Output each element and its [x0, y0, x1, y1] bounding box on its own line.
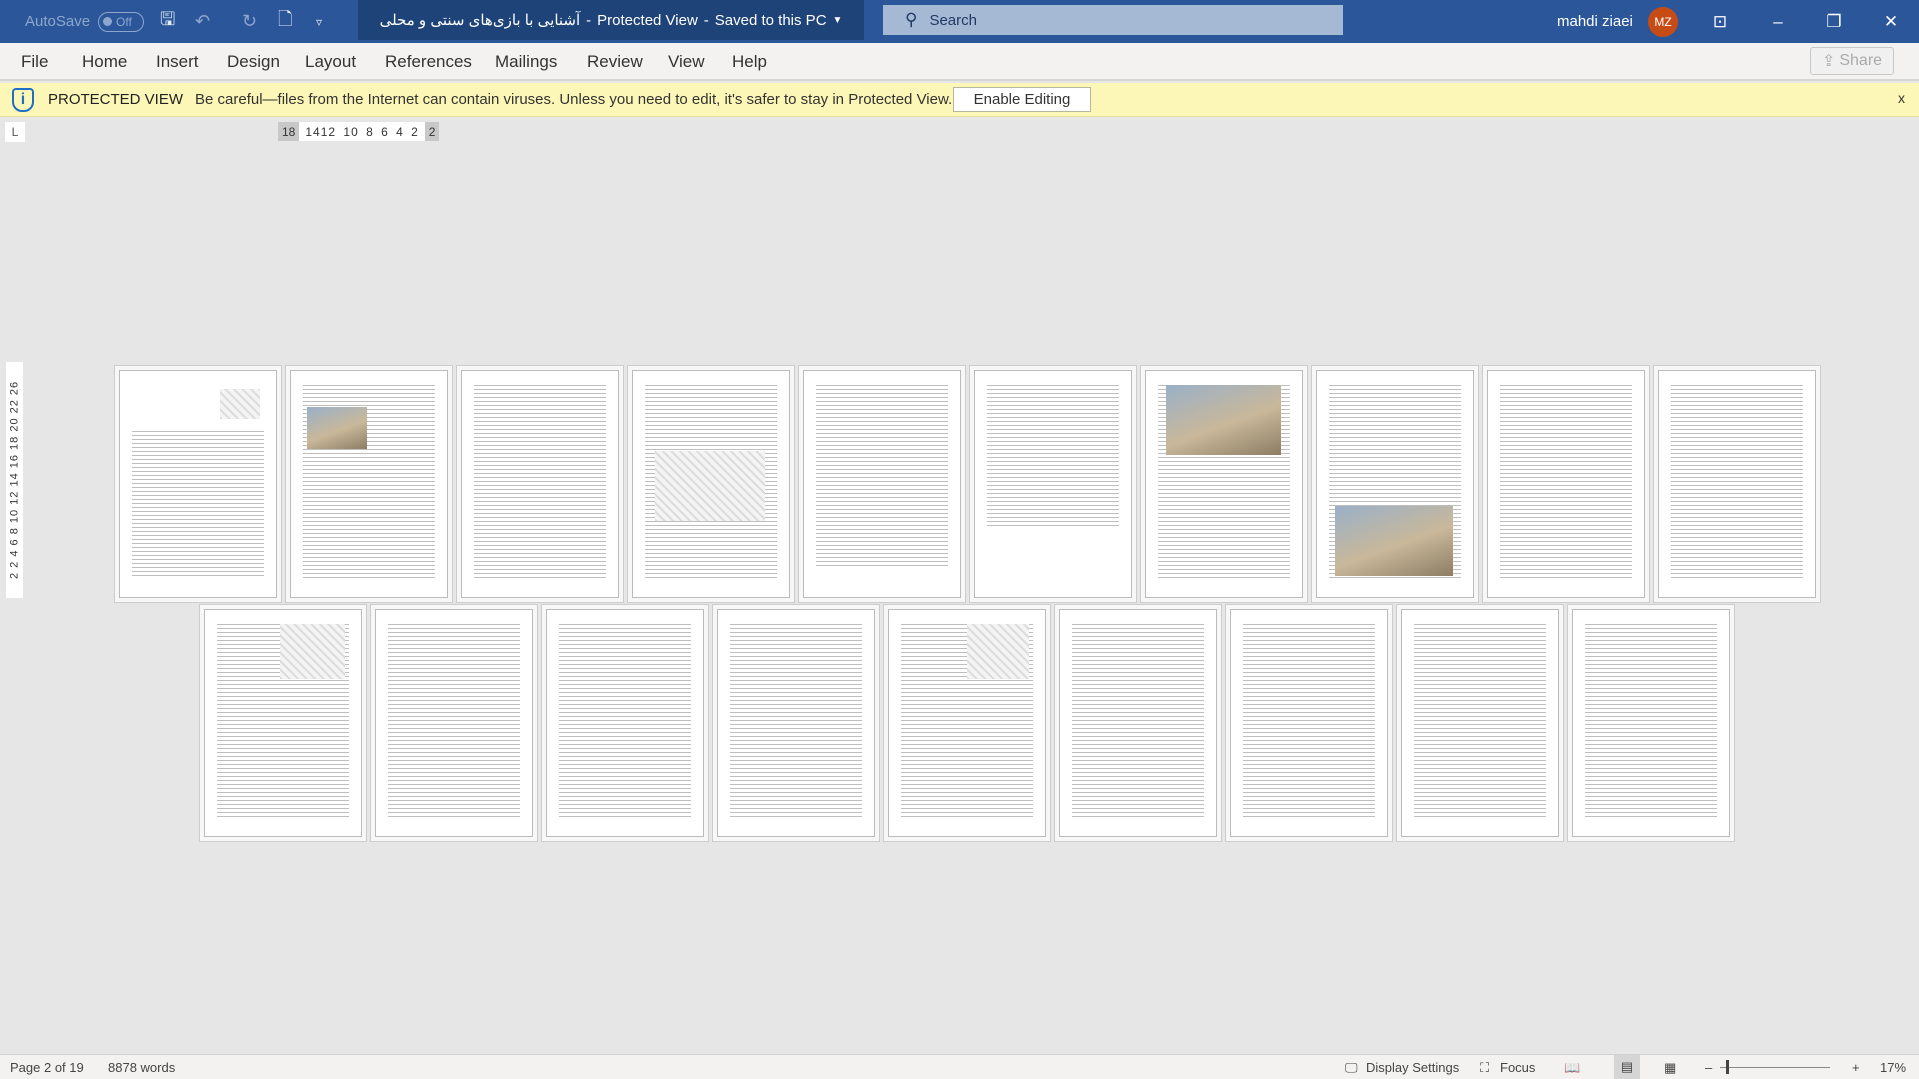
page-thumbnail[interactable]: [546, 609, 704, 837]
page-thumbnail[interactable]: [1316, 370, 1474, 598]
toggle-switch[interactable]: Off: [98, 11, 145, 32]
page-image: [655, 451, 765, 521]
page-text: [987, 385, 1119, 527]
redo-icon[interactable]: ↻: [242, 0, 257, 43]
page-thumbnail[interactable]: [1572, 609, 1730, 837]
tab-design[interactable]: Design: [227, 52, 280, 72]
share-icon: ⇪: [1821, 53, 1836, 70]
display-settings-icon: 🖵: [1345, 1060, 1358, 1075]
page-thumbnail[interactable]: [1487, 370, 1645, 598]
search-input[interactable]: ⚲ Search: [883, 5, 1343, 35]
tab-home[interactable]: Home: [82, 52, 127, 72]
status-bar: Page 2 of 19 8878 words 🖵 Display Settin…: [0, 1054, 1919, 1079]
tab-file[interactable]: File: [21, 52, 48, 72]
page-text: [1671, 385, 1803, 579]
page-image: [280, 624, 345, 679]
user-name[interactable]: mahdi ziaei: [1557, 0, 1633, 43]
tab-help[interactable]: Help: [732, 52, 767, 72]
protected-view-bar: i PROTECTED VIEW Be careful—files from t…: [0, 83, 1919, 117]
tab-layout[interactable]: Layout: [305, 52, 356, 72]
avatar[interactable]: MZ: [1648, 7, 1678, 37]
page-thumbnail[interactable]: [461, 370, 619, 598]
page-thumbnail[interactable]: [974, 370, 1132, 598]
horizontal-ruler[interactable]: 18 1412 10 8 6 4 2 2: [278, 122, 440, 141]
share-button[interactable]: ⇪ Share: [1810, 47, 1894, 75]
ribbon-tabs: File Home Insert Design Layout Reference…: [0, 43, 1919, 81]
page-thumbnail[interactable]: [803, 370, 961, 598]
page-text: [816, 385, 948, 567]
page-count[interactable]: Page 2 of 19: [10, 1060, 84, 1075]
print-layout-icon[interactable]: ▤: [1614, 1055, 1640, 1079]
page-text: [1072, 624, 1204, 818]
page-thumbnail[interactable]: [1401, 609, 1559, 837]
page-text: [1243, 624, 1375, 818]
ribbon-display-options-icon[interactable]: ⊡: [1697, 0, 1743, 43]
read-mode-icon[interactable]: 📖: [1564, 1060, 1580, 1076]
page-thumbnail[interactable]: [1658, 370, 1816, 598]
page-text: [1585, 624, 1717, 818]
tab-mailings[interactable]: Mailings: [495, 52, 557, 72]
page-text: [1500, 385, 1632, 579]
undo-icon[interactable]: ↶: [195, 0, 210, 43]
new-document-icon[interactable]: 🗋: [278, 0, 292, 43]
web-layout-icon[interactable]: ▦: [1664, 1060, 1676, 1076]
minimize-button[interactable]: –: [1755, 0, 1801, 43]
page-thumbnail[interactable]: [717, 609, 875, 837]
enable-editing-button[interactable]: Enable Editing: [953, 87, 1091, 112]
tab-review[interactable]: Review: [587, 52, 643, 72]
word-count[interactable]: 8878 words: [108, 1060, 175, 1075]
tab-insert[interactable]: Insert: [156, 52, 199, 72]
protected-view-title: PROTECTED VIEW: [48, 91, 184, 108]
page-thumbnail[interactable]: [204, 609, 362, 837]
page-text: [730, 624, 862, 818]
autosave-toggle[interactable]: AutoSave Off: [25, 0, 145, 43]
page-image: [1335, 506, 1453, 576]
vertical-ruler[interactable]: 2 2 4 6 8 10 12 14 16 18 20 22 26: [6, 362, 23, 598]
page-thumbnail[interactable]: [1059, 609, 1217, 837]
page-image: [1166, 385, 1281, 455]
tab-view[interactable]: View: [668, 52, 705, 72]
focus-icon: ⛶: [1480, 1060, 1490, 1075]
page-thumbnail[interactable]: [119, 370, 277, 598]
save-icon[interactable]: 🖫: [160, 0, 175, 43]
chevron-down-icon: ▼: [832, 14, 843, 26]
page-text: [132, 431, 264, 579]
shield-info-icon: i: [12, 87, 34, 112]
page-image: [307, 407, 367, 449]
zoom-level[interactable]: 17%: [1880, 1060, 1906, 1075]
restore-button[interactable]: ❐: [1811, 0, 1857, 43]
page-thumbnail[interactable]: [1230, 609, 1388, 837]
tab-selector[interactable]: L: [5, 122, 25, 142]
page-text: [474, 385, 606, 579]
document-title[interactable]: آشنایی با بازی‌های سنتی و محلی - Protected…: [358, 0, 864, 40]
page-thumbnail[interactable]: [888, 609, 1046, 837]
page-text: [559, 624, 691, 818]
page-text: [388, 624, 520, 818]
display-settings-button[interactable]: Display Settings: [1366, 1060, 1459, 1075]
page-thumbnail[interactable]: [290, 370, 448, 598]
zoom-out-button[interactable]: –: [1705, 1060, 1712, 1075]
close-button[interactable]: ✕: [1868, 0, 1914, 43]
page-image: [220, 389, 260, 419]
page-thumbnail[interactable]: [1145, 370, 1303, 598]
page-text: [1414, 624, 1546, 818]
protected-view-message: Be careful—files from the Internet can c…: [195, 91, 953, 108]
title-bar: AutoSave Off 🖫 ↶ ↻ 🗋 ▿ آشنایی با بازی‌های…: [0, 0, 1919, 43]
close-icon[interactable]: x: [1898, 90, 1905, 106]
page-thumbnail[interactable]: [375, 609, 533, 837]
zoom-in-button[interactable]: +: [1852, 1060, 1860, 1075]
focus-button[interactable]: Focus: [1500, 1060, 1535, 1075]
page-thumbnail[interactable]: [632, 370, 790, 598]
page-image: [967, 624, 1029, 679]
tab-references[interactable]: References: [385, 52, 472, 72]
zoom-slider[interactable]: [1720, 1067, 1830, 1068]
zoom-slider-thumb[interactable]: [1726, 1060, 1729, 1074]
customize-toolbar-icon[interactable]: ▿: [316, 0, 322, 43]
search-icon: ⚲: [905, 10, 918, 29]
